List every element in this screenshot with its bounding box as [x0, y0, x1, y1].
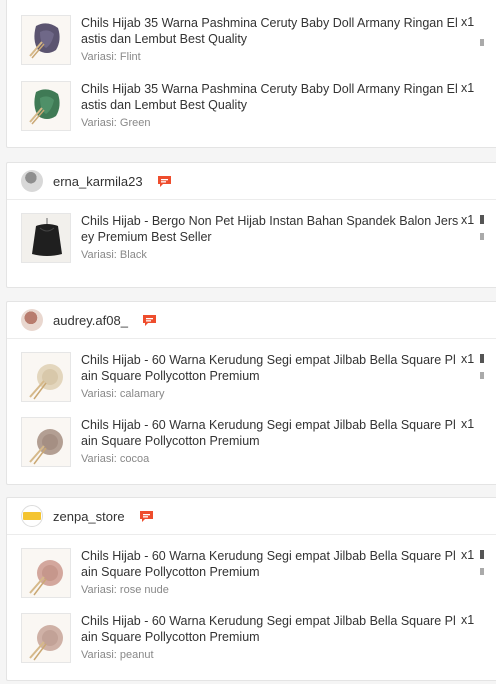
avatar[interactable]	[21, 309, 43, 331]
chat-icon[interactable]	[142, 314, 157, 327]
price-edge	[480, 550, 484, 559]
price-edge	[480, 568, 484, 575]
shop-header: audrey.af08_	[7, 302, 496, 339]
product-title[interactable]: Chils Hijab - Bergo Non Pet Hijab Instan…	[81, 213, 461, 245]
variant-label: Variasi: peanut	[81, 649, 154, 661]
variant-label: Variasi: Flint	[81, 51, 141, 63]
product-thumbnail[interactable]	[21, 81, 71, 131]
price-edge	[480, 354, 484, 363]
product-thumbnail[interactable]	[21, 417, 71, 467]
avatar[interactable]	[21, 505, 43, 527]
shop-header: erna_karmila23	[7, 163, 496, 200]
product-title[interactable]: Chils Hijab - 60 Warna Kerudung Segi emp…	[81, 613, 461, 645]
variant-label: Variasi: cocoa	[81, 453, 150, 465]
order-card: zenpa_store Chils Hijab - 60 Warna Kerud…	[6, 497, 496, 681]
variant-label: Variasi: calamary	[81, 388, 165, 400]
product-title[interactable]: Chils Hijab - 60 Warna Kerudung Segi emp…	[81, 352, 461, 384]
product-thumbnail[interactable]	[21, 613, 71, 663]
shop-name[interactable]: audrey.af08_	[53, 313, 128, 328]
product-thumbnail[interactable]	[21, 352, 71, 402]
quantity: x1	[461, 15, 475, 29]
shop-logo-icon	[23, 512, 41, 520]
order-card: Chils Hijab 35 Warna Pashmina Ceruty Bab…	[6, 0, 496, 148]
chat-icon[interactable]	[157, 175, 172, 188]
product-thumbnail[interactable]	[21, 15, 71, 65]
price-edge	[480, 233, 484, 240]
product-title[interactable]: Chils Hijab 35 Warna Pashmina Ceruty Bab…	[81, 81, 461, 113]
order-item[interactable]: Chils Hijab - 60 Warna Kerudung Segi emp…	[21, 613, 496, 665]
quantity: x1	[461, 352, 475, 366]
quantity: x1	[461, 213, 475, 227]
product-title[interactable]: Chils Hijab 35 Warna Pashmina Ceruty Bab…	[81, 15, 461, 47]
price-edge	[480, 215, 484, 224]
variant-label: Variasi: Green	[81, 117, 151, 129]
product-thumbnail[interactable]	[21, 213, 71, 263]
shop-name[interactable]: zenpa_store	[53, 509, 125, 524]
order-item[interactable]: Chils Hijab - 60 Warna Kerudung Segi emp…	[21, 417, 496, 469]
product-thumbnail[interactable]	[21, 548, 71, 598]
order-item[interactable]: Chils Hijab - 60 Warna Kerudung Segi emp…	[21, 548, 496, 600]
variant-label: Variasi: Black	[81, 249, 147, 261]
price-edge	[480, 372, 484, 379]
order-card: erna_karmila23 Chils Hijab - Bergo Non P…	[6, 162, 496, 288]
product-title[interactable]: Chils Hijab - 60 Warna Kerudung Segi emp…	[81, 548, 461, 580]
chat-icon[interactable]	[139, 510, 154, 523]
order-item[interactable]: Chils Hijab 35 Warna Pashmina Ceruty Bab…	[21, 15, 496, 67]
quantity: x1	[461, 613, 475, 627]
product-title[interactable]: Chils Hijab - 60 Warna Kerudung Segi emp…	[81, 417, 461, 449]
shop-name[interactable]: erna_karmila23	[53, 174, 143, 189]
order-card: audrey.af08_ Chils Hijab - 60 Warna Keru…	[6, 301, 496, 485]
quantity: x1	[461, 417, 475, 431]
variant-label: Variasi: rose nude	[81, 584, 169, 596]
quantity: x1	[461, 548, 475, 562]
avatar[interactable]	[21, 170, 43, 192]
quantity: x1	[461, 81, 475, 95]
shop-header: zenpa_store	[7, 498, 496, 535]
order-item[interactable]: Chils Hijab - Bergo Non Pet Hijab Instan…	[21, 213, 496, 265]
price-edge	[480, 39, 484, 46]
order-item[interactable]: Chils Hijab - 60 Warna Kerudung Segi emp…	[21, 352, 496, 404]
order-item[interactable]: Chils Hijab 35 Warna Pashmina Ceruty Bab…	[21, 81, 496, 133]
